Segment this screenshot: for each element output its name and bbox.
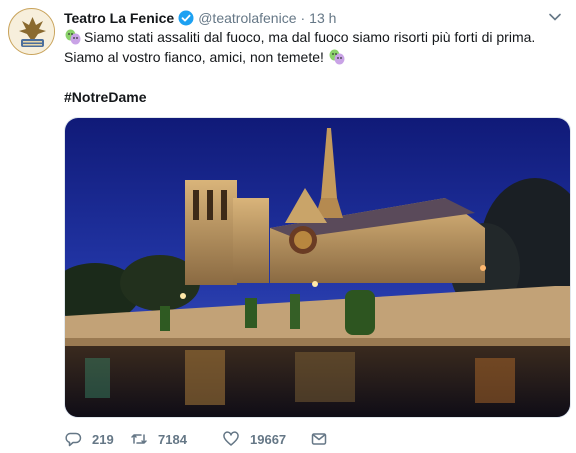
theater-masks-emoji-icon bbox=[64, 28, 82, 46]
like-count: 19667 bbox=[250, 431, 287, 447]
reply-button[interactable]: 219 bbox=[64, 430, 130, 448]
chevron-down-icon[interactable] bbox=[548, 10, 562, 24]
like-button[interactable]: 19667 bbox=[222, 430, 310, 448]
tweet-line-1: Siamo stati assaliti dal fuoco, ma dal f… bbox=[84, 29, 536, 45]
tweet-photo[interactable] bbox=[64, 117, 571, 418]
heart-icon bbox=[223, 431, 239, 446]
tweet: Teatro La Fenice @teatrolafenice · 13 h bbox=[0, 0, 576, 453]
tweet-text: Siamo stati assaliti dal fuoco, ma dal f… bbox=[64, 27, 564, 67]
handle[interactable]: @teatrolafenice bbox=[198, 10, 296, 26]
timestamp[interactable]: 13 h bbox=[309, 10, 336, 26]
retweet-button[interactable]: 7184 bbox=[130, 430, 222, 448]
display-name[interactable]: Teatro La Fenice bbox=[64, 10, 174, 26]
avatar[interactable] bbox=[8, 8, 55, 55]
reply-icon bbox=[65, 432, 82, 447]
tweet-header: Teatro La Fenice @teatrolafenice · 13 h bbox=[64, 8, 336, 28]
tweet-line-2: Siamo al vostro fianco, amici, non temet… bbox=[64, 49, 324, 65]
hashtag[interactable]: #NotreDame bbox=[64, 89, 146, 105]
tweet-actions: 219 7184 19667 bbox=[64, 428, 328, 450]
retweet-count: 7184 bbox=[158, 431, 187, 447]
envelope-icon bbox=[311, 433, 327, 445]
notre-dame-photo bbox=[65, 118, 570, 417]
theater-masks-emoji-icon bbox=[328, 48, 346, 66]
separator-dot: · bbox=[300, 10, 306, 26]
reply-count: 219 bbox=[92, 431, 114, 447]
verified-badge-icon bbox=[178, 10, 194, 26]
retweet-icon bbox=[131, 434, 147, 444]
direct-message-button[interactable] bbox=[310, 430, 328, 448]
phoenix-logo-icon bbox=[9, 9, 54, 54]
